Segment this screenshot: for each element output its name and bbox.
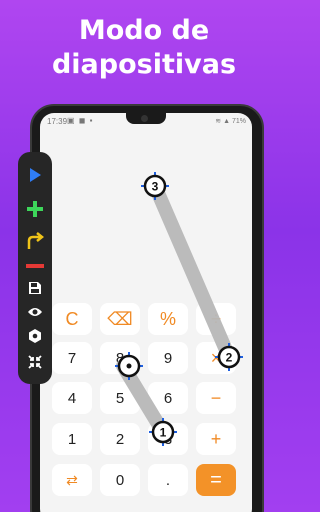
swipe-path (148, 179, 236, 364)
marker-3-label: 3 (152, 180, 159, 194)
marker-1-label: 1 (160, 426, 167, 440)
gesture-overlay: 3 2 1 (115, 172, 243, 446)
marker-2-label: 2 (226, 351, 233, 365)
target-marker-dot[interactable] (115, 352, 143, 380)
